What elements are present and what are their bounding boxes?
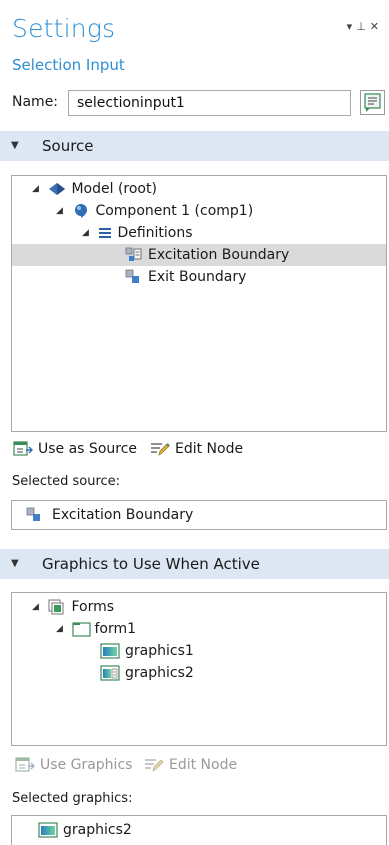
tree-label: graphics1 [125, 643, 194, 659]
tree-node-exit-boundary[interactable]: Exit Boundary [125, 266, 246, 288]
model-icon [49, 183, 66, 195]
forms-icon [48, 599, 64, 615]
tree-node-model[interactable]: ◢ Model (root) [32, 178, 157, 200]
expand-icon[interactable]: ◢ [82, 222, 94, 244]
definitions-icon [99, 228, 112, 238]
window-controls: ▾⊥✕ [347, 20, 383, 33]
tree-label: form1 [94, 621, 137, 637]
section-title: Graphics to Use When Active [42, 555, 260, 573]
section-title: Source [42, 137, 94, 155]
tree-label: Definitions [117, 225, 193, 241]
tree-node-forms[interactable]: ◢ Forms [32, 596, 114, 618]
selected-source-value: Excitation Boundary [11, 500, 387, 530]
selected-source-text: Excitation Boundary [52, 507, 194, 523]
close-icon[interactable]: ✕ [370, 20, 383, 33]
button-label: Edit Node [169, 757, 238, 773]
tree-label: Excitation Boundary [148, 247, 290, 263]
use-graphics-button[interactable]: Use Graphics [15, 757, 132, 773]
use-graphics-icon [15, 757, 35, 772]
expand-icon[interactable]: ◢ [56, 200, 68, 222]
tree-node-excitation-boundary[interactable]: Excitation Boundary [12, 244, 386, 266]
source-section-header[interactable]: ▼ Source [0, 131, 389, 161]
selected-source-label: Selected source: [12, 474, 121, 489]
dropdown-icon[interactable]: ▾ [347, 20, 357, 33]
button-label: Use Graphics [40, 757, 133, 773]
graphics-tree[interactable]: ◢ Forms ◢ form1 graphics1 graphics2 [11, 592, 387, 746]
use-as-source-icon [13, 441, 33, 456]
tree-node-component[interactable]: ◢ Component 1 (comp1) [56, 200, 253, 222]
graphics-section-header[interactable]: ▼ Graphics to Use When Active [0, 549, 389, 579]
graphics-icon [100, 643, 120, 659]
tree-label: Forms [71, 599, 115, 615]
explicit-selection-icon [26, 507, 40, 521]
panel-subtitle: Selection Input [12, 56, 125, 74]
edit-node-icon [151, 443, 170, 456]
button-label: Edit Node [175, 441, 244, 457]
tree-node-graphics2[interactable]: graphics2 [100, 662, 194, 684]
form-icon [72, 622, 92, 637]
tree-node-form1[interactable]: ◢ form1 [56, 618, 136, 640]
explicit-selection-icon [125, 269, 139, 283]
edit-node-icon [145, 759, 164, 772]
explicit-selection-icon [125, 247, 142, 261]
component-icon [75, 204, 88, 218]
tree-label: Component 1 (comp1) [95, 203, 254, 219]
expand-icon[interactable]: ◢ [32, 178, 44, 200]
edit-node-button-disabled[interactable]: Edit Node [144, 757, 237, 773]
expand-icon[interactable]: ◢ [56, 618, 68, 640]
rename-button[interactable] [360, 90, 385, 115]
tree-node-definitions[interactable]: ◢ Definitions [82, 222, 193, 244]
tree-label: Exit Boundary [148, 269, 247, 285]
pin-icon[interactable]: ⊥ [356, 20, 370, 33]
selected-graphics-text: graphics2 [63, 822, 132, 838]
source-tree[interactable]: ◢ Model (root) ◢ Component 1 (comp1) ◢ D… [11, 175, 387, 432]
name-input[interactable] [68, 90, 351, 116]
selected-graphics-value: graphics2 [11, 815, 387, 845]
tree-label: graphics2 [125, 665, 194, 681]
use-as-source-button[interactable]: Use as Source [13, 441, 137, 457]
selected-graphics-label: Selected graphics: [12, 791, 133, 806]
collapse-icon: ▼ [11, 140, 19, 151]
expand-icon[interactable]: ◢ [32, 596, 44, 618]
form-edit-icon [364, 93, 381, 112]
panel-title: Settings [12, 14, 116, 43]
graphics-icon [38, 822, 58, 838]
tree-label: Model (root) [71, 181, 157, 197]
tree-node-graphics1[interactable]: graphics1 [100, 640, 194, 662]
name-label: Name: [12, 94, 59, 110]
button-label: Use as Source [38, 441, 138, 457]
collapse-icon: ▼ [11, 558, 19, 569]
graphics-icon [100, 665, 120, 681]
edit-node-button[interactable]: Edit Node [150, 441, 243, 457]
